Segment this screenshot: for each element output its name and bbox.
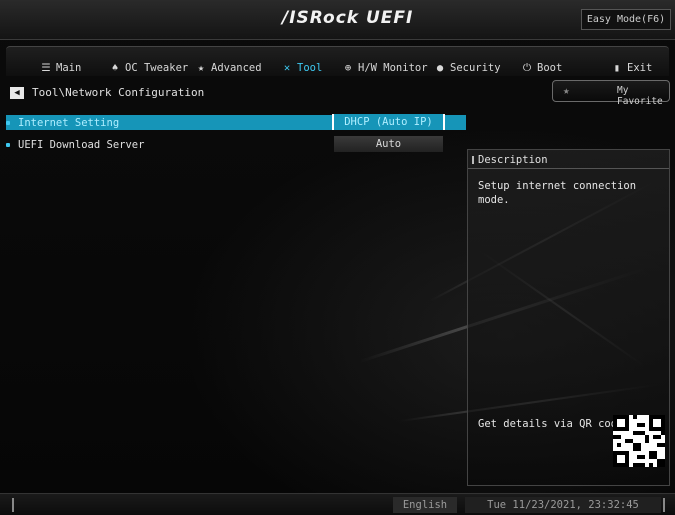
power-icon: ⏻ bbox=[522, 61, 532, 74]
back-arrow-icon[interactable]: ◀ bbox=[10, 86, 24, 99]
tab-label: Main bbox=[56, 62, 82, 74]
tab-label: Security bbox=[450, 62, 501, 74]
description-title: Description bbox=[468, 150, 669, 169]
setting-name: UEFI Download Server bbox=[18, 138, 145, 151]
tab-label: Tool bbox=[297, 62, 323, 74]
tab-label: Advanced bbox=[211, 62, 262, 74]
tools-icon: ✕ bbox=[283, 62, 291, 74]
description-text: Setup internet connection mode. bbox=[478, 180, 637, 206]
tab-label: Exit bbox=[627, 62, 653, 74]
setting-name: Internet Setting bbox=[18, 116, 120, 129]
date-time-display: Tue 11/23/2021, 23:32:45 bbox=[465, 497, 661, 513]
list-icon: ☰ bbox=[41, 62, 51, 74]
status-bar: English Tue 11/23/2021, 23:32:45 bbox=[0, 493, 675, 515]
tab-label: OC Tweaker bbox=[125, 62, 189, 74]
qr-code-icon bbox=[613, 415, 665, 467]
tab-oc-tweaker[interactable]: ♠ OC Tweaker bbox=[109, 60, 188, 76]
tab-label: H/W Monitor bbox=[358, 62, 428, 74]
tab-tool[interactable]: ✕ Tool bbox=[281, 60, 322, 76]
internet-setting-value[interactable]: DHCP (Auto IP) bbox=[332, 114, 445, 130]
tab-advanced[interactable]: ★ Advanced bbox=[195, 60, 262, 76]
uefi-download-server-value[interactable]: Auto bbox=[334, 136, 443, 152]
shield-icon: ● bbox=[436, 62, 444, 74]
tab-boot[interactable]: ⏻ Boot bbox=[521, 60, 562, 76]
main-tab-bar: ☰ Main ♠ OC Tweaker ★ Advanced ✕ Tool ⊕ … bbox=[6, 46, 669, 76]
tab-main[interactable]: ☰ Main bbox=[40, 60, 81, 76]
my-favorite-label: My Favorite bbox=[617, 85, 663, 107]
breadcrumb-path: Tool\Network Configuration bbox=[32, 86, 205, 99]
bullet-icon bbox=[6, 120, 10, 125]
tab-label: Boot bbox=[537, 62, 563, 74]
description-panel: Description Setup internet connection mo… bbox=[467, 149, 670, 486]
qr-label: Get details via QR code bbox=[478, 418, 624, 430]
tab-hw-monitor[interactable]: ⊕ H/W Monitor bbox=[342, 60, 428, 76]
my-favorite-button[interactable]: ★ My Favorite bbox=[552, 80, 670, 107]
uefi-logo: /ISRock UEFI bbox=[282, 8, 414, 28]
scroll-indicator bbox=[663, 498, 665, 512]
language-selector[interactable]: English bbox=[393, 497, 457, 513]
bullet-icon bbox=[6, 142, 10, 147]
rocket-icon: ♠ bbox=[111, 62, 119, 74]
star-icon: ★ bbox=[197, 62, 205, 74]
tab-exit[interactable]: ▮ Exit bbox=[611, 60, 652, 76]
title-bar: /ISRock UEFI Easy Mode(F6) bbox=[0, 0, 675, 40]
monitor-icon: ⊕ bbox=[344, 62, 352, 74]
easy-mode-button[interactable]: Easy Mode(F6) bbox=[581, 9, 671, 30]
breadcrumb: ◀ Tool\Network Configuration bbox=[10, 86, 204, 99]
tab-security[interactable]: ● Security bbox=[434, 60, 501, 76]
star-icon: ★ bbox=[563, 84, 570, 97]
scroll-indicator bbox=[12, 498, 14, 512]
exit-icon: ▮ bbox=[613, 62, 621, 74]
